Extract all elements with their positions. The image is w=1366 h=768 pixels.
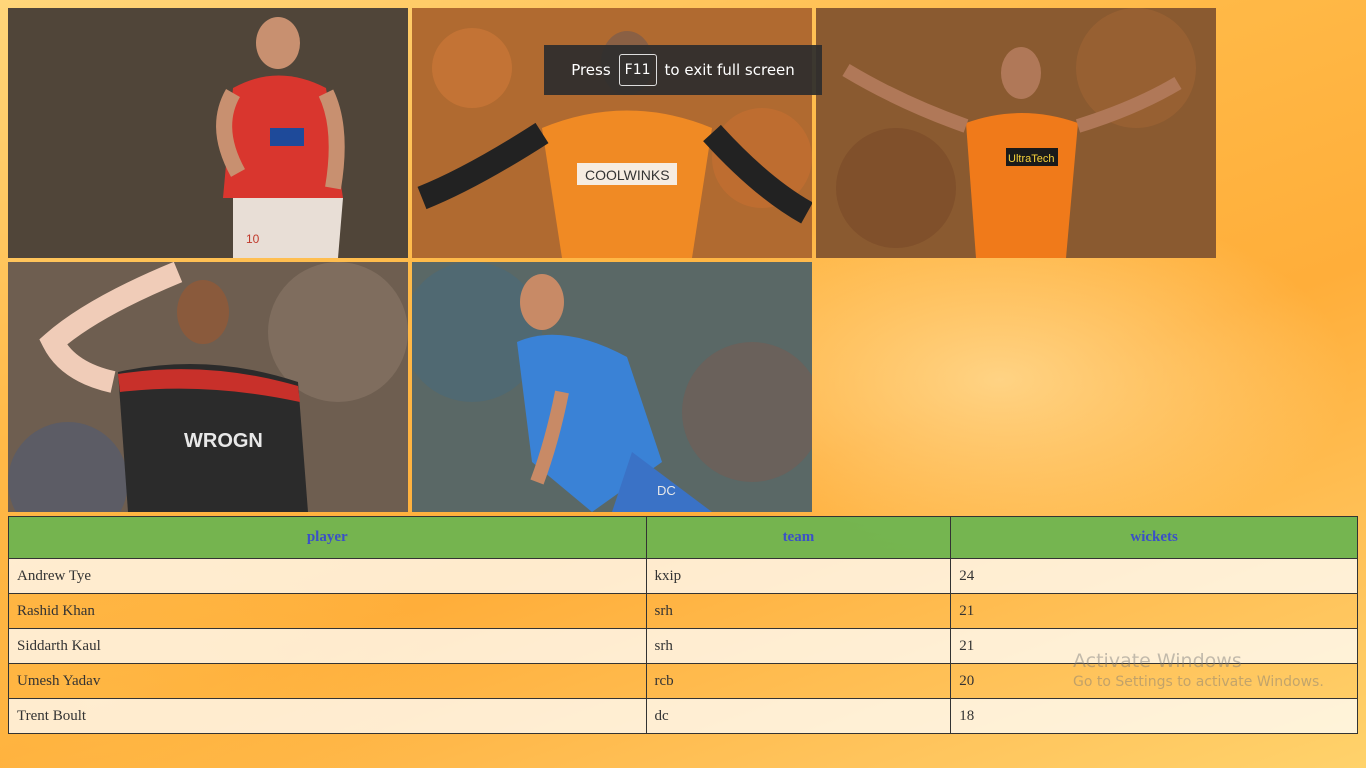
photo-rcb-bowler: WROGN (8, 262, 408, 512)
svg-text:WROGN: WROGN (184, 430, 263, 452)
header-team: team (645, 516, 952, 559)
wickets-table: player team wickets Andrew Tye kxip 24 R… (8, 516, 1358, 734)
table-row: Andrew Tye kxip 24 (8, 558, 1358, 594)
table-header-row: player team wickets (8, 516, 1358, 559)
cell-player: Umesh Yadav (8, 663, 647, 699)
cell-wickets: 24 (950, 558, 1358, 594)
f11-key-label: F11 (618, 54, 657, 86)
activate-windows-watermark: Activate Windows Go to Settings to activ… (1073, 650, 1324, 690)
svg-text:10: 10 (246, 232, 260, 246)
cell-player: Rashid Khan (8, 593, 647, 629)
cell-wickets: 18 (950, 698, 1358, 734)
cell-team: kxip (645, 558, 952, 594)
cell-team: srh (645, 593, 952, 629)
svg-text:DC: DC (657, 483, 676, 498)
header-wickets: wickets (950, 516, 1358, 559)
cell-player: Trent Boult (8, 698, 647, 734)
cell-team: dc (645, 698, 952, 734)
fullscreen-notice-suffix: to exit full screen (664, 61, 795, 79)
table-row: Trent Boult dc 18 (8, 698, 1358, 734)
watermark-title: Activate Windows (1073, 650, 1242, 672)
svg-text:COOLWINKS: COOLWINKS (585, 167, 670, 183)
player-photo-trent-boult: DC (412, 262, 812, 512)
header-player: player (8, 516, 647, 559)
photo-srh-bowler-2: UltraTech (816, 8, 1216, 258)
player-photo-umesh-yadav: WROGN (8, 262, 408, 512)
cell-team: srh (645, 628, 952, 664)
cell-team: rcb (645, 663, 952, 699)
fullscreen-notice-prefix: Press (571, 61, 611, 79)
player-photo-andrew-tye: 10 (8, 8, 408, 258)
player-photo-siddarth-kaul: UltraTech (816, 8, 1216, 258)
cell-wickets: 21 (950, 593, 1358, 629)
photo-dc-bowler: DC (412, 262, 812, 512)
fullscreen-notice: Press F11 to exit full screen (544, 45, 822, 95)
svg-text:UltraTech: UltraTech (1008, 153, 1054, 165)
photo-kxip-bowler: 10 (8, 8, 408, 258)
cell-player: Andrew Tye (8, 558, 647, 594)
table-row: Rashid Khan srh 21 (8, 593, 1358, 629)
watermark-subtitle: Go to Settings to activate Windows. (1073, 674, 1324, 690)
cell-player: Siddarth Kaul (8, 628, 647, 664)
